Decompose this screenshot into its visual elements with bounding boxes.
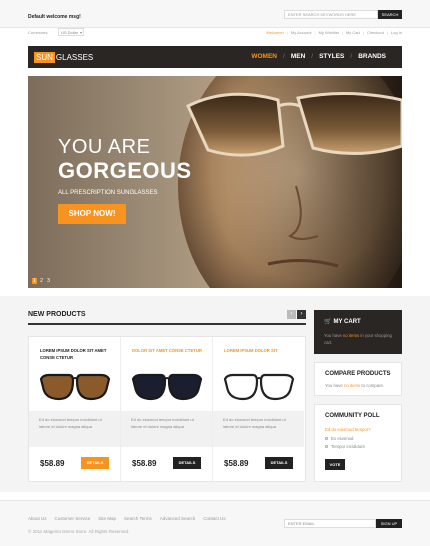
sunglasses-image[interactable] xyxy=(131,369,203,405)
account-link[interactable]: My Wishlist xyxy=(319,30,339,35)
account-link[interactable]: Log In xyxy=(391,30,402,35)
cart-title-text: MY CART xyxy=(333,319,361,325)
product-description: Ed do eiusmod tempor incididunt ut labor… xyxy=(29,411,120,447)
carousel-arrows: ‹ › xyxy=(287,310,306,319)
hero-banner[interactable]: YOU ARE GORGEOUS ALL PRESCRIPTION SUNGLA… xyxy=(28,76,402,288)
details-button[interactable]: DETAILS xyxy=(173,457,201,469)
footer-link[interactable]: Customer Service xyxy=(55,516,91,521)
nav-item-men[interactable]: MEN xyxy=(285,53,311,60)
cart-icon: 🛒 xyxy=(324,319,332,325)
link-separator: | xyxy=(286,30,288,35)
product-grid: LOREM IPSUM DOLOR SIT AMET CONSE CTETUR E… xyxy=(28,336,306,482)
copyright: © 2011 Magento Demo Store. All Rights Re… xyxy=(28,529,130,534)
product-price: $58.89 xyxy=(224,459,249,468)
compare-title: COMPARE PRODUCTS xyxy=(325,371,391,377)
sign-up-button[interactable]: SIGN UP xyxy=(376,519,402,528)
nav-item-styles[interactable]: STYLES xyxy=(313,53,350,60)
new-products-title: NEW PRODUCTS xyxy=(28,311,86,318)
currency-select[interactable]: US Dollar ▾ xyxy=(58,28,84,36)
link-separator: | xyxy=(341,30,343,35)
nav-menu: WOMEN / MEN / STYLES / BRANDS xyxy=(245,53,392,60)
site-logo[interactable]: SUN GLASSES xyxy=(34,52,93,63)
compare-status-text: You have no items to compare. xyxy=(325,383,385,388)
search-button[interactable]: SEARCH xyxy=(378,10,402,19)
footer: About Us Customer Service Site Map Search T… xyxy=(0,500,430,546)
shop-now-button[interactable]: SHOP NOW! xyxy=(58,204,126,224)
nav-item-brands[interactable]: BRANDS xyxy=(352,53,392,60)
community-poll-block: COMMUNITY POLL Ed do eiusmod tempor? Ex … xyxy=(314,404,402,482)
chevron-down-icon: ▾ xyxy=(79,30,82,35)
currency-label: Currencies: xyxy=(28,30,49,35)
poll-option[interactable]: Ex eiusmod xyxy=(325,436,353,441)
slider-pagination: 123 xyxy=(32,278,51,284)
sunglasses-image[interactable] xyxy=(39,369,111,405)
account-link[interactable]: My Account xyxy=(291,30,312,35)
hero-title-line2: GORGEOUS xyxy=(58,158,192,183)
slider-dot[interactable]: 2 xyxy=(39,278,44,284)
poll-title: COMMUNITY POLL xyxy=(325,413,380,419)
my-cart-block: 🛒 MY CART You have no items in your shopp… xyxy=(314,310,402,354)
account-link[interactable]: My Cart xyxy=(346,30,360,35)
product-description: Ed do eiusmod tempor incididunt ut labor… xyxy=(213,411,304,447)
cart-title[interactable]: 🛒 MY CART xyxy=(324,318,361,325)
product-name[interactable]: LOREM IPSUM DOLOR SIT AMET CONSE CTETUR xyxy=(40,347,112,361)
footer-link[interactable]: About Us xyxy=(28,516,47,521)
vote-button[interactable]: VOTE xyxy=(325,459,345,470)
account-links: Welcome! | My Account | My Wishlist | My Cart |… xyxy=(266,30,402,35)
radio-icon[interactable] xyxy=(325,437,328,440)
product-card[interactable]: LOREM IPSUM DOLOR SIT AMET CONSE CTETUR E… xyxy=(29,337,121,481)
details-button[interactable]: DETAILS xyxy=(265,457,293,469)
product-price: $58.89 xyxy=(132,459,157,468)
welcome-message: Default welcome msg! xyxy=(28,14,81,20)
footer-links: About Us Customer Service Site Map Search T… xyxy=(28,516,226,521)
poll-question: Ed do eiusmod tempor? xyxy=(325,427,371,432)
poll-option[interactable]: Tempor incididunt xyxy=(325,444,365,449)
slider-dot[interactable]: 1 xyxy=(32,278,37,284)
search-input[interactable]: ENTER SEARCH KEYWORDS HERE xyxy=(284,10,378,19)
product-card[interactable]: DOLOR SIT AMET CONSE CTETUR Ed do eiusmod… xyxy=(121,337,213,481)
product-name[interactable]: LOREM IPSUM DOLOR SIT xyxy=(224,347,296,354)
account-row: Currencies: US Dollar ▾ Welcome! | My Acco… xyxy=(28,28,402,38)
compare-products-block: COMPARE PRODUCTS You have no items to co… xyxy=(314,362,402,396)
radio-icon[interactable] xyxy=(325,445,328,448)
sunglasses-image[interactable] xyxy=(223,369,295,405)
chevron-left-icon[interactable]: ‹ xyxy=(287,310,296,319)
link-separator: | xyxy=(314,30,316,35)
currency-value: US Dollar xyxy=(61,30,79,35)
footer-link[interactable]: Contact Us xyxy=(203,516,225,521)
link-separator: | xyxy=(362,30,364,35)
newsletter-email-input[interactable]: ENTER EMAIL xyxy=(284,519,376,528)
main-navbar: SUN GLASSES WOMEN / MEN / STYLES / BRANDS xyxy=(28,46,402,68)
link-separator: | xyxy=(386,30,388,35)
product-name[interactable]: DOLOR SIT AMET CONSE CTETUR xyxy=(132,347,204,354)
cart-status-text: You have no items in your shopping cart. xyxy=(324,333,392,345)
footer-link[interactable]: Advanced Search xyxy=(160,516,196,521)
product-card[interactable]: LOREM IPSUM DOLOR SIT Ed do eiusmod tempo… xyxy=(213,337,305,481)
account-link[interactable]: Checkout xyxy=(367,30,384,35)
hero-subtitle: ALL PRESCRIPTION SUNGLASSES xyxy=(58,190,158,196)
chevron-right-icon[interactable]: › xyxy=(297,310,306,319)
footer-link[interactable]: Site Map xyxy=(98,516,116,521)
nav-item-women[interactable]: WOMEN xyxy=(245,53,283,60)
product-price: $58.89 xyxy=(40,459,65,468)
logo-text: GLASSES xyxy=(55,53,94,62)
footer-link[interactable]: Search Terms xyxy=(124,516,152,521)
hero-title-line1: YOU ARE xyxy=(58,136,151,158)
details-button[interactable]: DETAILS xyxy=(81,457,109,469)
section-divider xyxy=(28,323,306,325)
account-link[interactable]: Welcome! xyxy=(266,30,284,35)
slider-dot[interactable]: 3 xyxy=(46,278,51,284)
logo-accent: SUN xyxy=(34,52,55,63)
product-description: Ed do eiusmod tempor incididunt ut labor… xyxy=(121,411,212,447)
